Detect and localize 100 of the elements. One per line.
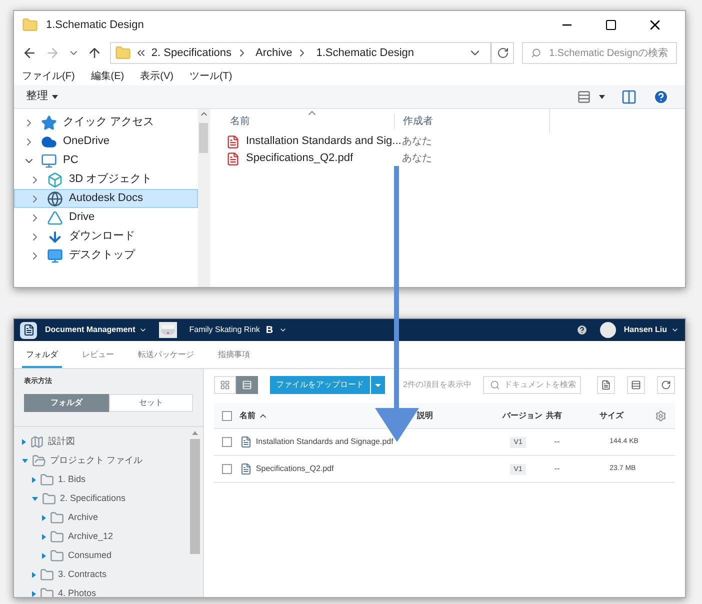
tab[interactable]: 指摘事項: [214, 344, 254, 368]
collapsed-caret-icon[interactable]: [42, 534, 46, 540]
scrollbar-thumb[interactable]: [190, 438, 200, 554]
column-header[interactable]: 名前: [226, 114, 394, 128]
select-all-checkbox[interactable]: [222, 410, 232, 420]
monitor-icon: [41, 152, 57, 168]
settings-icon[interactable]: [655, 410, 667, 422]
nav-item[interactable]: OneDrive: [14, 132, 198, 151]
menu-item[interactable]: ファイル(F): [22, 68, 75, 84]
column-header[interactable]: サイズ: [600, 410, 624, 420]
tree-item[interactable]: Archive_12: [14, 528, 189, 546]
globe-icon: [47, 190, 63, 206]
address-bar[interactable]: 2. Specifications Archive 1.Schematic Design: [110, 42, 492, 64]
pdf-file-icon: [240, 436, 252, 448]
expanded-caret-icon[interactable]: [32, 497, 38, 501]
nav-item[interactable]: 3D オブジェクト: [14, 170, 198, 189]
folder-icon: [50, 530, 64, 544]
search-icon: [490, 380, 500, 390]
collapsed-caret-icon[interactable]: [22, 439, 26, 445]
view-toggle[interactable]: フォルダ: [24, 394, 108, 412]
folder-icon: [40, 587, 54, 597]
expanded-caret-icon[interactable]: [22, 459, 28, 463]
refresh-icon: [661, 380, 671, 390]
app-logo-icon[interactable]: [20, 322, 37, 338]
document-icon: [601, 380, 611, 390]
app-switcher[interactable]: Document Management: [45, 324, 148, 336]
tree-item[interactable]: 1. Bids: [14, 470, 189, 490]
export-button[interactable]: [597, 376, 615, 394]
view-options-button[interactable]: [577, 90, 605, 104]
nav-item[interactable]: Drive: [14, 208, 198, 227]
report-button[interactable]: [627, 376, 645, 394]
file-name[interactable]: Installation Standards and Signage.pdf: [256, 436, 394, 448]
folder-icon: [22, 17, 38, 33]
nav-item[interactable]: Autodesk Docs: [14, 189, 198, 208]
collapsed-caret-icon[interactable]: [32, 477, 36, 483]
project-folder-icon: [32, 454, 46, 468]
column-header[interactable]: 共有: [546, 410, 562, 420]
row-checkbox[interactable]: [222, 437, 232, 447]
tree-item[interactable]: 3. Contracts: [14, 566, 189, 584]
cube-icon: [47, 172, 63, 188]
preview-pane-icon[interactable]: [621, 88, 637, 104]
chevron-down-icon: [671, 326, 679, 334]
file-name[interactable]: Specifications_Q2.pdf: [256, 463, 334, 475]
tree-item[interactable]: 2. Specifications: [14, 490, 189, 508]
search-field[interactable]: 1.Schematic Designの検索: [522, 42, 678, 64]
pdf-file-icon: [226, 152, 240, 166]
user-avatar[interactable]: [600, 322, 616, 338]
folder-icon: [50, 511, 64, 525]
tab[interactable]: 転送パッケージ: [134, 344, 198, 368]
column-header[interactable]: 説明: [416, 410, 433, 420]
organize-button[interactable]: 整理: [22, 88, 62, 105]
download-icon: [47, 228, 63, 244]
scrollbar[interactable]: [198, 109, 209, 287]
grid-view-button[interactable]: [214, 376, 236, 394]
nav-item[interactable]: ダウンロード: [14, 227, 198, 246]
refresh-button[interactable]: [491, 42, 514, 64]
row-checkbox[interactable]: [222, 464, 232, 474]
menu-item[interactable]: ツール(T): [189, 68, 232, 84]
collapsed-caret-icon[interactable]: [32, 591, 36, 597]
view-toggle[interactable]: セット: [108, 394, 193, 412]
menu-item[interactable]: 表示(V): [140, 68, 174, 84]
column-header[interactable]: バージョン: [502, 410, 542, 420]
shared-cell-text: --: [554, 436, 561, 448]
pdf-file-icon: [226, 134, 240, 148]
tree-item[interactable]: プロジェクト ファイル: [14, 452, 189, 470]
folder-icon: [40, 473, 54, 487]
user-menu[interactable]: Hansen Liu: [624, 324, 679, 336]
chevron-down-icon: [279, 326, 288, 334]
search-icon: [531, 47, 542, 59]
back-icon[interactable]: [22, 45, 38, 61]
column-header[interactable]: 名前: [240, 410, 268, 422]
collapsed-caret-icon[interactable]: [32, 572, 36, 578]
up-icon[interactable]: [87, 45, 102, 61]
tree-item[interactable]: 4. Photos: [14, 584, 189, 597]
folder-icon: [42, 492, 56, 506]
shared-cell-text: --: [554, 463, 561, 475]
tree-item[interactable]: Consumed: [14, 546, 189, 566]
upload-dropdown-button[interactable]: [371, 376, 385, 394]
tree-item[interactable]: Archive: [14, 508, 189, 528]
collapsed-caret-icon[interactable]: [42, 515, 46, 521]
history-button[interactable]: [657, 376, 675, 394]
nav-item[interactable]: PC: [14, 151, 198, 170]
refresh-icon: [496, 47, 509, 59]
help-icon[interactable]: [576, 324, 588, 336]
desktop-icon: [47, 248, 63, 264]
nav-item[interactable]: デスクトップ: [14, 246, 198, 265]
tab[interactable]: レビュー: [78, 344, 118, 368]
file-row[interactable]: Specifications_Q2.pdf あなた: [226, 150, 685, 167]
nav-item[interactable]: クイック アクセス: [14, 113, 198, 132]
file-row[interactable]: Installation Standards and Sig...あなた: [226, 133, 685, 150]
project-switcher[interactable]: Family Skating Rink B: [189, 322, 288, 338]
tree-item[interactable]: 設計図: [14, 432, 189, 452]
collapsed-caret-icon[interactable]: [42, 553, 46, 559]
list-view-button[interactable]: [236, 376, 258, 394]
folder-icon: [40, 568, 54, 582]
grid-icon: [220, 380, 230, 390]
scrollbar-thumb[interactable]: [199, 123, 208, 153]
list-icon: [242, 380, 252, 390]
column-header[interactable]: 作成者: [394, 114, 549, 128]
menu-item[interactable]: 編集(E): [90, 68, 124, 84]
